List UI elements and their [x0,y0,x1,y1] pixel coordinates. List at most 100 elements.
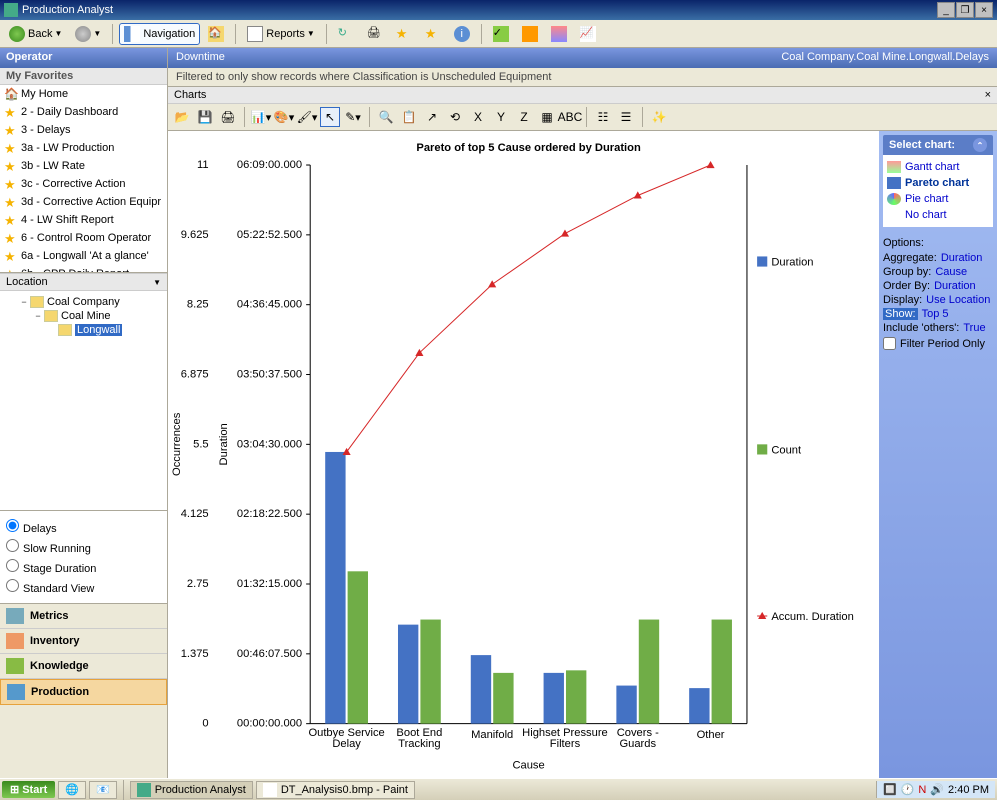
inventory-icon [6,633,24,649]
tray-icon[interactable]: 🕐 [901,783,915,796]
tray-icon[interactable]: 🔊 [930,783,944,796]
tool-button-4[interactable]: 📈 [575,23,601,45]
svg-text:5.5: 5.5 [193,438,209,450]
fav-item[interactable]: ★3c - Corrective Action [0,175,167,193]
export-icon[interactable]: ↗ [422,107,442,127]
chevron-down-icon: ▼ [153,278,161,287]
tool-button-2[interactable] [517,23,543,45]
favorite-button[interactable]: ★ [391,23,417,45]
close-button[interactable]: × [975,2,993,18]
fav-item[interactable]: ★6a - Longwall 'At a glance' [0,247,167,265]
fav-item[interactable]: ★6 - Control Room Operator [0,229,167,247]
location-header[interactable]: Location ▼ [0,273,167,291]
nav-knowledge[interactable]: Knowledge [0,654,167,679]
axis-y-icon[interactable]: Y [491,107,511,127]
close-icon[interactable]: × [985,89,991,101]
open-icon[interactable]: 📂 [172,107,192,127]
radio-standard[interactable]: Standard View [6,577,161,597]
fav-item[interactable]: ★4 - LW Shift Report [0,211,167,229]
windows-taskbar: ⊞ Start 🌐 📧 Production Analyst DT_Analys… [0,778,997,800]
chart-pie[interactable]: Pie chart [887,191,989,207]
chart-none[interactable]: No chart [887,207,989,223]
pen-icon[interactable]: ✎▾ [343,107,363,127]
chart-gantt[interactable]: Gantt chart [887,159,989,175]
forward-button[interactable]: ▼ [70,23,106,45]
save-icon[interactable]: 💾 [195,107,215,127]
wizard-icon[interactable]: ✨ [649,107,669,127]
rotate-icon[interactable]: ⟲ [445,107,465,127]
radio-delays[interactable]: Delays [6,517,161,537]
gallery-icon[interactable]: 🎨▾ [274,107,294,127]
axis-z-icon[interactable]: Z [514,107,534,127]
grid-icon[interactable]: ☷ [593,107,613,127]
home-button[interactable]: 🏠 [203,23,229,45]
taskbar-app-pa[interactable]: Production Analyst [130,781,253,799]
favorites-list[interactable]: 🏠My Home ★2 - Daily Dashboard ★3 - Delay… [0,85,167,273]
star-icon: ★ [4,159,18,173]
svg-text:1.375: 1.375 [181,648,209,660]
tool-button-1[interactable]: ✓ [488,23,514,45]
tree-node-mine[interactable]: −Coal Mine [4,309,163,323]
start-button[interactable]: ⊞ Start [2,781,55,798]
clustered-icon[interactable]: ▦ [537,107,557,127]
tree-node-company[interactable]: −Coal Company [4,295,163,309]
nav-metrics[interactable]: Metrics [0,604,167,629]
fav-item[interactable]: ★3 - Delays [0,121,167,139]
label-icon[interactable]: ABC [560,107,580,127]
opt-groupby[interactable]: Group by:Cause [883,265,993,279]
nav-buttons: Metrics Inventory Knowledge Production [0,604,167,705]
svg-text:2.75: 2.75 [187,578,209,590]
print-button[interactable]: 🖨 [362,23,388,45]
opt-show[interactable]: Show:Top 5 [883,307,993,321]
fav-item[interactable]: ★3b - LW Rate [0,157,167,175]
legend-icon[interactable]: ☰ [616,107,636,127]
axis-x-icon[interactable]: X [468,107,488,127]
nav-production[interactable]: Production [0,679,167,705]
chart-pareto[interactable]: Pareto chart [887,175,989,191]
copy-icon[interactable]: 📋 [399,107,419,127]
navigation-button[interactable]: Navigation [119,23,200,45]
favorites-header: My Favorites [0,68,167,85]
paint-icon [263,783,277,797]
collapse-icon[interactable]: ⌃ [973,138,987,152]
fav-home[interactable]: 🏠My Home [0,85,167,103]
fav-item[interactable]: ★3a - LW Production [0,139,167,157]
print-icon[interactable]: 🖨 [218,107,238,127]
select-tool-icon[interactable]: ↖ [320,107,340,127]
svg-text:0: 0 [202,718,208,730]
fav-item[interactable]: ★6b - CPP Daily Report [0,265,167,273]
info-button[interactable]: i [449,23,475,45]
tool-button-3[interactable] [546,23,572,45]
fav-item[interactable]: ★2 - Daily Dashboard [0,103,167,121]
nav-inventory[interactable]: Inventory [0,629,167,654]
restore-button[interactable]: ❐ [956,2,974,18]
opt-filter-period[interactable]: Filter Period Only [883,335,993,352]
palette-icon[interactable]: 🖌▾ [297,107,317,127]
quick-launch[interactable]: 🌐 [58,781,86,799]
back-button[interactable]: Back ▼ [4,23,67,45]
reports-button[interactable]: Reports ▼ [242,23,319,45]
opt-orderby[interactable]: Order By:Duration [883,279,993,293]
opt-display[interactable]: Display:Use Location [883,293,993,307]
taskbar-app-paint[interactable]: DT_Analysis0.bmp - Paint [256,781,415,799]
radio-slow[interactable]: Slow Running [6,537,161,557]
opt-include[interactable]: Include 'others':True [883,321,993,335]
quick-launch[interactable]: 📧 [89,781,117,799]
radio-stage[interactable]: Stage Duration [6,557,161,577]
refresh-button[interactable]: ↻ [333,23,359,45]
favorite-add-button[interactable]: ★ [420,23,446,45]
opt-aggregate[interactable]: Aggregate:Duration [883,251,993,265]
tray-icon[interactable]: 🔲 [883,783,897,796]
bar-chart-icon[interactable]: 📊▾ [251,107,271,127]
tree-node-longwall[interactable]: Longwall [4,323,163,337]
app-icon [137,783,151,797]
metrics-icon [6,608,24,624]
tray-icon[interactable]: N [918,784,926,796]
pareto-chart: Pareto of top 5 Cause ordered by Duratio… [168,131,879,778]
svg-text:01:32:15.000: 01:32:15.000 [237,578,302,590]
zoom-icon[interactable]: 🔍 [376,107,396,127]
minimize-button[interactable]: _ [937,2,955,18]
fav-item[interactable]: ★3d - Corrective Action Equipr [0,193,167,211]
operator-header: Operator [0,48,167,68]
svg-text:06:09:00.000: 06:09:00.000 [237,159,302,171]
